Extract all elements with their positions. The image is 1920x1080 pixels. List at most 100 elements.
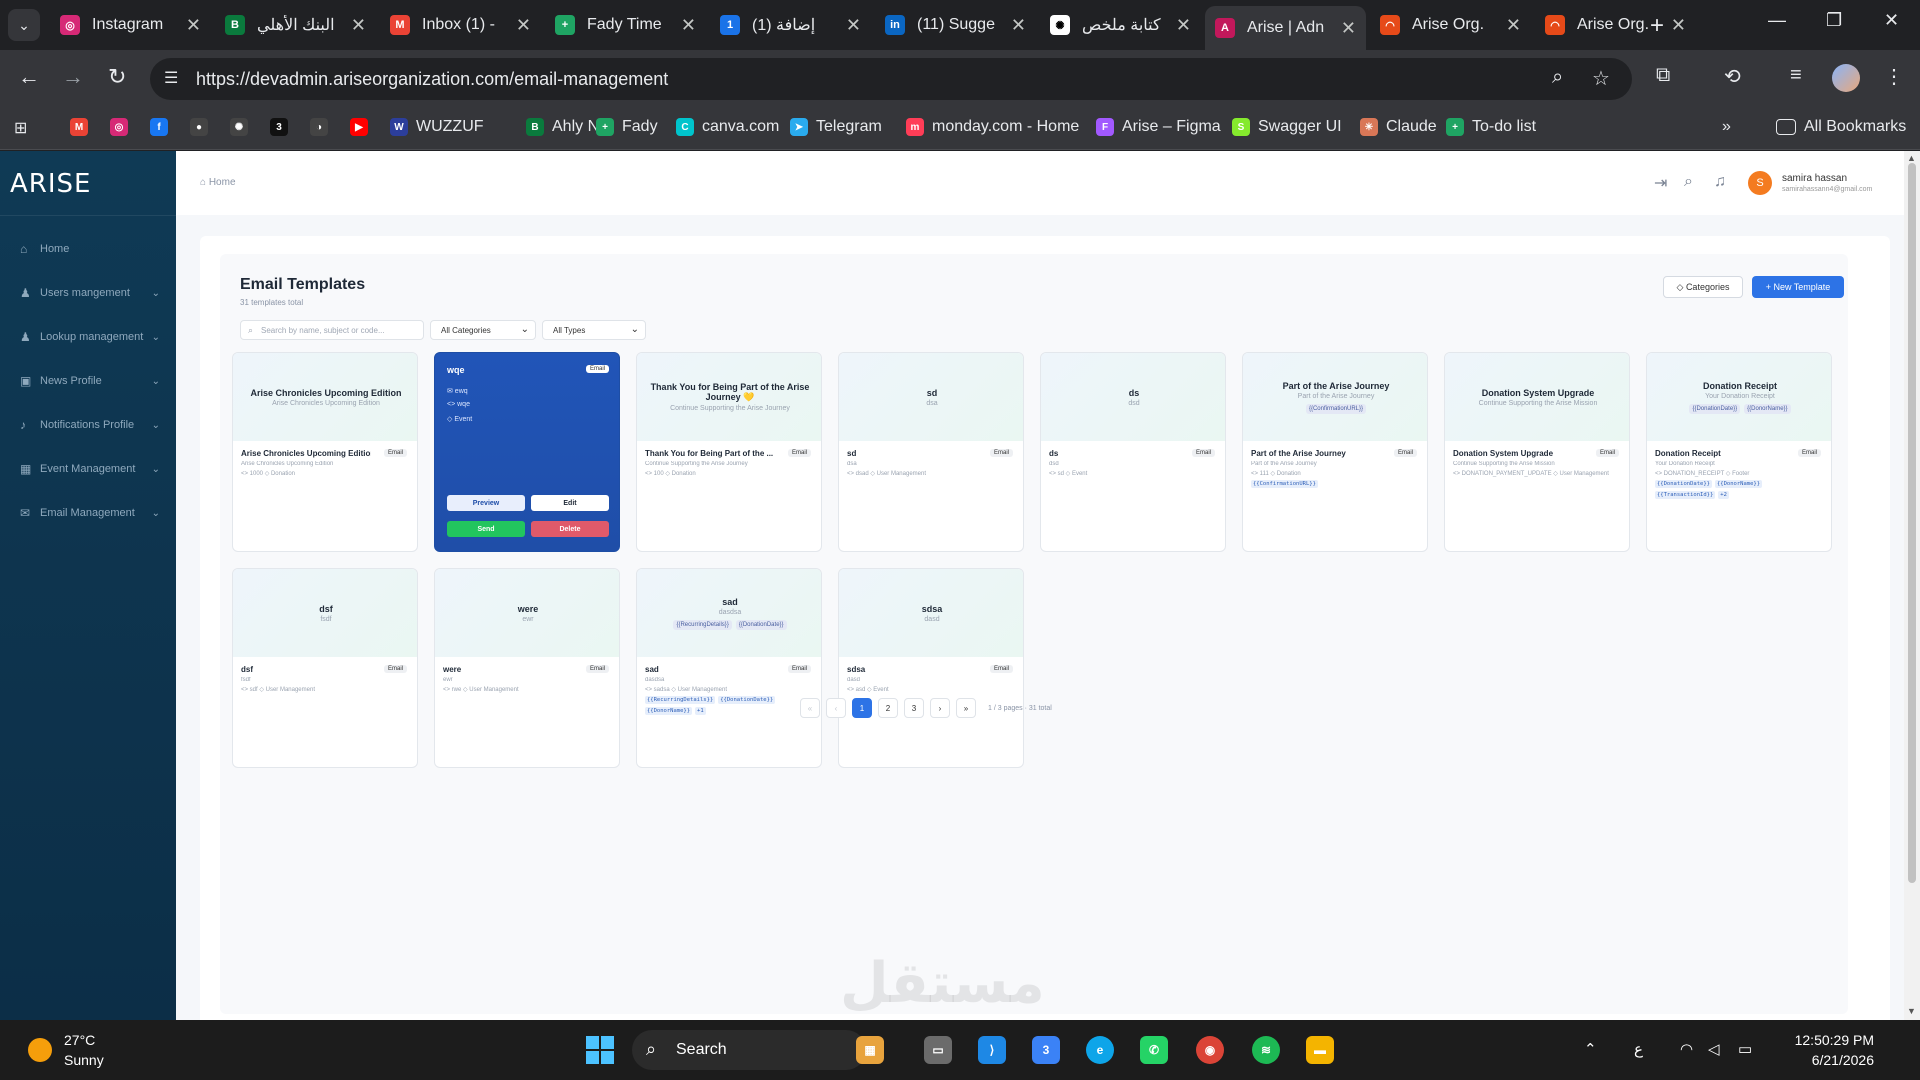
close-tab-icon[interactable]: ✕ (1671, 15, 1686, 36)
close-tab-icon[interactable]: ✕ (1011, 15, 1026, 36)
sidebar-item[interactable]: ♪ Notifications Profile ⌄ (20, 418, 160, 432)
close-tab-icon[interactable]: ✕ (186, 15, 201, 36)
close-tab-icon[interactable]: ✕ (1506, 15, 1521, 36)
sidebar-item[interactable]: ✉ Email Management ⌄ (20, 506, 160, 520)
bookmark-item[interactable]: + Fady (596, 118, 658, 136)
sidebar-item[interactable]: ▦ Event Management ⌄ (20, 462, 160, 476)
page-button[interactable]: 3 (904, 698, 924, 718)
all-bookmarks[interactable]: All Bookmarks (1776, 118, 1906, 136)
delete-button[interactable]: Delete (531, 521, 609, 537)
close-tab-icon[interactable]: ✕ (1341, 18, 1356, 39)
close-tab-icon[interactable]: ✕ (681, 15, 696, 36)
page-button[interactable]: 1 (852, 698, 872, 718)
template-card[interactable]: sdsa dasd sdsa Email dasd <> asd ◇ Event (838, 568, 1024, 768)
zoom-icon[interactable]: ⌕ (1552, 66, 1563, 89)
browser-tab[interactable]: in (11) Sugge ✕ (875, 6, 1036, 44)
profile-avatar[interactable] (1832, 64, 1860, 92)
site-info-icon[interactable]: ☰ (164, 68, 178, 88)
scroll-thumb[interactable] (1908, 163, 1916, 883)
language-indicator[interactable]: ع (1634, 1040, 1643, 1058)
search-input[interactable]: ⌕ Search by name, subject or code... (240, 320, 424, 340)
template-card[interactable]: sad dasdsa {{RecurringDetails}} {{DonationD… (636, 568, 822, 768)
windows-start-icon[interactable] (586, 1036, 614, 1064)
bookmark-item[interactable]: F Arise – Figma (1096, 118, 1221, 136)
address-bar[interactable]: ☰ https://devadmin.ariseorganization.com… (150, 58, 1632, 100)
type-select[interactable]: All Types ⌄ (542, 320, 646, 340)
template-card[interactable]: ds dsd ds Email dsd <> sd ◇ Event (1040, 352, 1226, 552)
folder-icon[interactable]: ▬ (1306, 1036, 1334, 1064)
bookmark-item[interactable]: ✺ (230, 118, 256, 136)
categories-button[interactable]: ◇ Categories (1663, 276, 1743, 298)
taskbar-search[interactable]: ⌕ Search (632, 1030, 866, 1070)
chevron-up-icon[interactable]: ⌃ (1584, 1040, 1597, 1058)
browser-tab[interactable]: ◎ Instagram ✕ (50, 6, 211, 44)
template-card[interactable]: Donation Receipt Your Donation Receipt {{D… (1646, 352, 1832, 552)
sidebar-item[interactable]: ♟ Users mangement ⌄ (20, 286, 160, 300)
bookmark-item[interactable]: + To-do list (1446, 118, 1536, 136)
more-bookmarks-icon[interactable]: » (1722, 118, 1731, 136)
minimize-icon[interactable]: — (1768, 10, 1786, 31)
browser-tab[interactable]: ✺ كتابة ملخص ✕ (1040, 6, 1201, 44)
browser-tab[interactable]: + Fady Time ✕ (545, 6, 706, 44)
close-window-icon[interactable]: ✕ (1884, 10, 1899, 31)
sidebar-item[interactable]: ▣ News Profile ⌄ (20, 374, 160, 388)
reload-icon[interactable]: ↻ (108, 64, 126, 90)
forward-icon[interactable]: → (62, 64, 84, 90)
clock-date[interactable]: 6/21/2026 (1784, 1052, 1874, 1068)
vscode-icon[interactable]: ⟩ (978, 1036, 1006, 1064)
bookmark-item[interactable]: ➤ Telegram (790, 118, 882, 136)
chrome-icon[interactable]: ◉ (1196, 1036, 1224, 1064)
template-card[interactable]: wqe Email ✉ ewq <> wqe ◇ Event Preview Edit Sen… (434, 352, 620, 552)
browser-tab[interactable]: B البنك الأهلي ✕ (215, 6, 376, 44)
widgets-icon[interactable]: ▦ (856, 1036, 884, 1064)
first-page-button[interactable]: « (800, 698, 820, 718)
breadcrumb[interactable]: ⌂ Home (200, 177, 236, 188)
sun-icon[interactable] (28, 1038, 52, 1062)
apps-grid-icon[interactable]: ⊞ (14, 118, 27, 138)
search-icon[interactable]: ⌕ (1684, 173, 1693, 191)
bookmark-item[interactable]: W WUZZUF (390, 118, 484, 136)
scrollbar[interactable]: ▲ ▼ (1904, 151, 1920, 1020)
template-card[interactable]: dsf fsdf dsf Email fsdf <> sdf ◇ User Managem… (232, 568, 418, 768)
template-card[interactable]: Arise Chronicles Upcoming Edition Arise C… (232, 352, 418, 552)
close-tab-icon[interactable]: ✕ (846, 15, 861, 36)
bookmark-star-icon[interactable]: ☆ (1592, 66, 1610, 91)
media-icon[interactable]: ≡ (1790, 64, 1802, 87)
whatsapp-icon[interactable]: ✆ (1140, 1036, 1168, 1064)
close-tab-icon[interactable]: ✕ (1176, 15, 1191, 36)
template-card[interactable]: were ewr were Email ewr <> rwe ◇ User Managem… (434, 568, 620, 768)
bookmark-item[interactable]: M (70, 118, 96, 136)
scroll-down-icon[interactable]: ▼ (1907, 1006, 1916, 1016)
browser-tab[interactable]: ◠ Arise Org. ✕ (1535, 6, 1696, 44)
new-template-button[interactable]: + New Template (1752, 276, 1844, 298)
bookmark-item[interactable]: ◑ (310, 118, 336, 136)
browser-tab[interactable]: 1 (1) إضافة ✕ (710, 6, 871, 44)
battery-icon[interactable]: ▭ (1738, 1040, 1752, 1058)
app-3-icon[interactable]: 3 (1032, 1036, 1060, 1064)
template-card[interactable]: Donation System Upgrade Continue Supporti… (1444, 352, 1630, 552)
bookmark-item[interactable]: ● (190, 118, 216, 136)
category-select[interactable]: All Categories ⌄ (430, 320, 536, 340)
scroll-up-icon[interactable]: ▲ (1907, 153, 1916, 163)
avatar[interactable]: S (1748, 171, 1772, 195)
bookmark-item[interactable]: ▶ (350, 118, 376, 136)
bookmark-item[interactable]: ✳ Claude (1360, 118, 1437, 136)
bookmark-item[interactable]: ◎ (110, 118, 136, 136)
browser-tab[interactable]: ◠ Arise Org. ✕ (1370, 6, 1531, 44)
close-tab-icon[interactable]: ✕ (516, 15, 531, 36)
weather-condition[interactable]: Sunny (64, 1052, 104, 1068)
arise-logo[interactable]: ARISE (10, 169, 91, 199)
sidebar-item[interactable]: ♟ Lookup management ⌄ (20, 330, 160, 344)
bell-icon[interactable]: ♫ (1714, 173, 1726, 191)
weather-temp[interactable]: 27°C (64, 1032, 95, 1048)
wifi-icon[interactable]: ◠ (1680, 1040, 1693, 1058)
bookmark-item[interactable]: f (150, 118, 176, 136)
bookmark-item[interactable]: 3 (270, 118, 296, 136)
file-explorer-icon[interactable]: ▭ (924, 1036, 952, 1064)
page-button[interactable]: 2 (878, 698, 898, 718)
send-button[interactable]: Send (447, 521, 525, 537)
prev-page-button[interactable]: ‹ (826, 698, 846, 718)
tab-search-button[interactable]: ⌄ (8, 9, 40, 41)
template-card[interactable]: Thank You for Being Part of the Arise Jo… (636, 352, 822, 552)
spotify-icon[interactable]: ≋ (1252, 1036, 1280, 1064)
